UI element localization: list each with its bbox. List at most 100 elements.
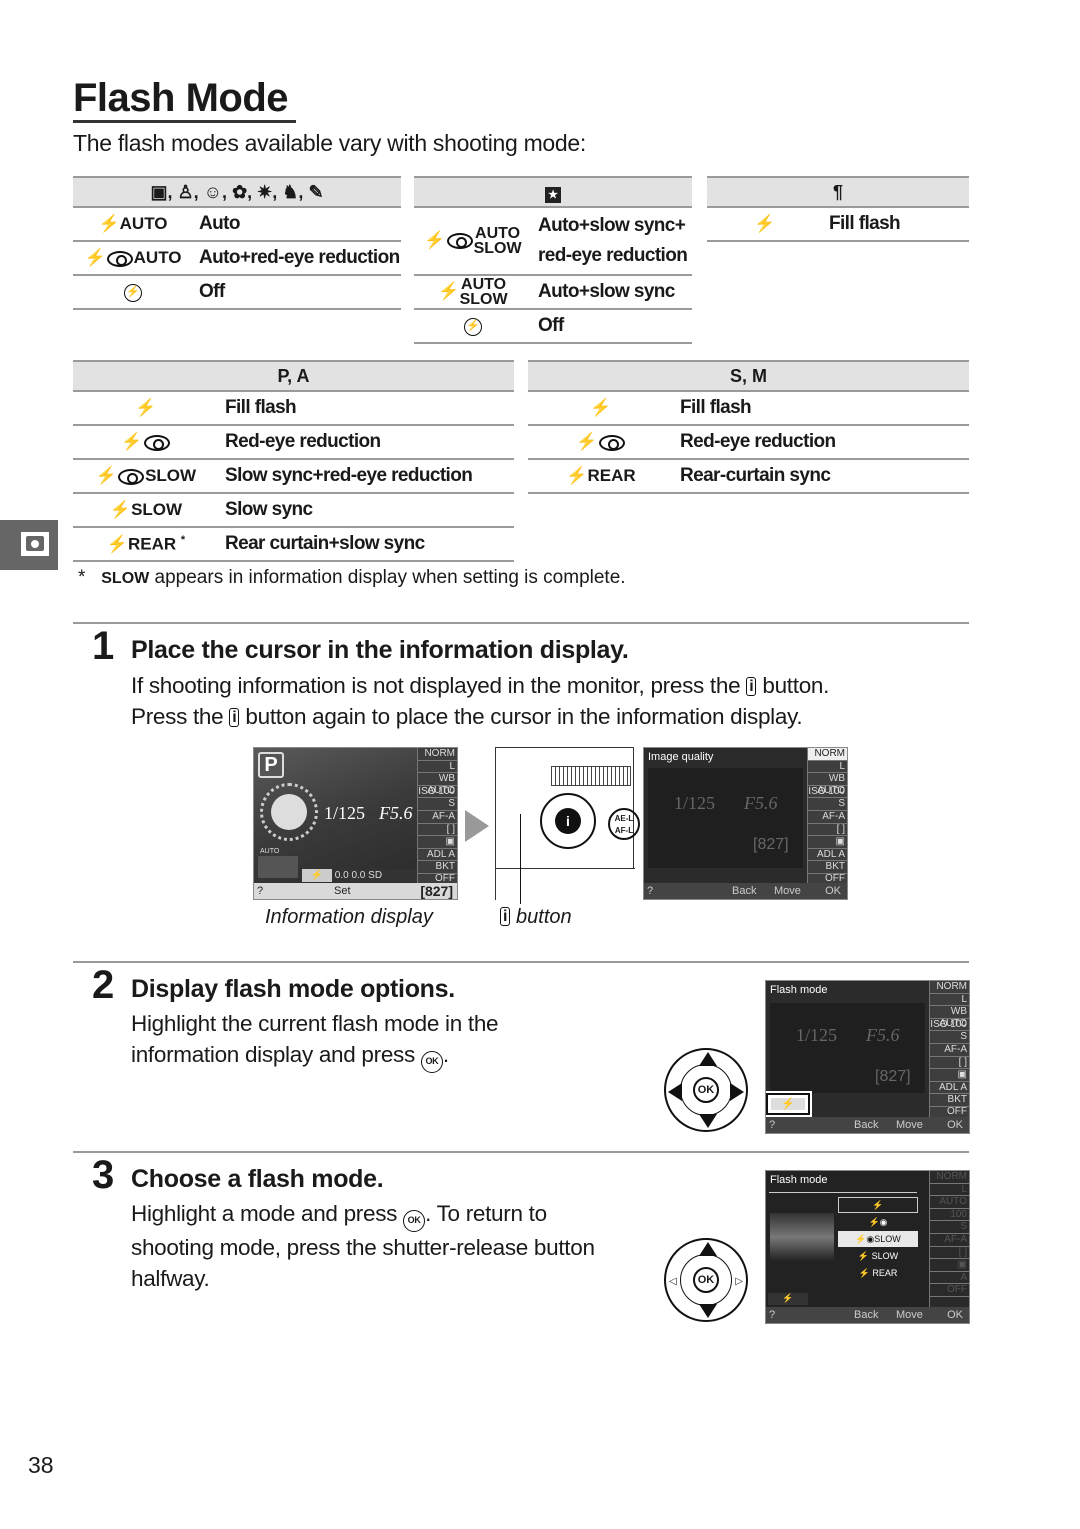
- image-quality-value[interactable]: NORM: [808, 748, 847, 761]
- p-a-header: P, A: [73, 360, 514, 392]
- flash-icon: ⚡: [424, 230, 446, 250]
- mode-label: Slow sync+red-eye reduction: [219, 459, 514, 494]
- shooting-section-tab[interactable]: [0, 520, 58, 570]
- p-a-flash-table: P, A ⚡ Fill flash ⚡ Red-eye reduction ⚡ S…: [73, 360, 514, 562]
- divider: [73, 622, 969, 624]
- flash-icon: ⚡: [98, 214, 120, 233]
- table-row: ⚡AUTO Auto: [73, 207, 401, 242]
- mode-label: Red-eye reduction: [219, 425, 514, 460]
- food-flash-table: ¶ ⚡ Fill flash: [707, 176, 969, 242]
- move-label: Move: [774, 885, 801, 897]
- multi-selector-dpad[interactable]: OK ◁ ▷: [664, 1238, 748, 1322]
- mode-symbol: ⚡ SLOW: [73, 459, 219, 494]
- flash-icon: ⚡: [576, 432, 598, 451]
- mode-label: Off: [193, 275, 401, 310]
- child-icon: ☺: [203, 181, 223, 202]
- rear-text: REAR: [127, 534, 177, 554]
- fill-flash-symbol: ⚡: [707, 207, 823, 242]
- mode-symbol: ⚡REAR: [528, 459, 674, 494]
- step-body: If shooting information is not displayed…: [131, 670, 971, 732]
- flash-option[interactable]: ⚡◉: [838, 1214, 918, 1230]
- mode-symbol: ⚡REAR *: [73, 527, 219, 562]
- dimmed-display: 1/125 F5.6 [827]: [648, 768, 803, 868]
- metering-value: ▣: [418, 836, 457, 849]
- settings-panel: NORM L WB AUTO ISO 100 S AF-A [ ] ▣ ADL …: [929, 981, 969, 1117]
- special-effects-icon: ✎: [308, 181, 324, 202]
- table-row: ⚡ Fill flash: [528, 391, 969, 426]
- footnote-mark: *: [180, 533, 186, 546]
- metering-value: ▣: [808, 836, 847, 849]
- info-display-screen: P 1/125 F5.6 AUTO NORM L WB AUTO ISO 100…: [253, 747, 458, 900]
- body-text: Highlight a mode and press: [131, 1201, 404, 1226]
- focus-mode-value: AF-A: [930, 1044, 969, 1057]
- body-text: shooting mode, press the shutter-release…: [131, 1235, 595, 1260]
- flash-off-symbol: ⚡: [73, 275, 193, 310]
- body-text: .: [442, 1042, 449, 1067]
- flash-option-highlighted[interactable]: ⚡◉SLOW: [838, 1231, 918, 1247]
- settings-panel-dimmed: NORM L AUTO 100 S AF-A[ ] ▣ A OFF: [929, 1171, 969, 1307]
- step-title: Choose a flash mode.: [131, 1165, 384, 1193]
- mode-symbol: ⚡: [528, 391, 674, 426]
- ok-button-icon: OK: [403, 1210, 426, 1232]
- right-arrow-icon: [730, 1083, 744, 1101]
- callout-line: [520, 814, 521, 904]
- set-label: Set: [334, 885, 351, 897]
- s-m-header: S, M: [528, 360, 969, 392]
- portrait-icon: ♙: [177, 181, 194, 202]
- move-label: Move: [896, 1119, 923, 1131]
- flash-option[interactable]: ⚡ SLOW: [838, 1248, 918, 1264]
- camera-icon: [21, 532, 49, 556]
- shots-remaining: [827]: [420, 883, 453, 899]
- flash-mode-highlight[interactable]: ⚡: [766, 1091, 812, 1117]
- slow-text: SLOW: [459, 291, 508, 308]
- help-icon: ?: [769, 1309, 776, 1321]
- up-arrow-icon: [699, 1052, 717, 1066]
- flash-mode-options-list: ⚡ ⚡◉ ⚡◉SLOW ⚡ SLOW ⚡ REAR: [838, 1197, 918, 1281]
- ok-button[interactable]: OK: [693, 1267, 719, 1293]
- red-eye-icon: [446, 233, 473, 249]
- shutter-speed: 1/125: [674, 793, 716, 813]
- footnote-mark: *: [78, 567, 86, 588]
- white-balance-value: WB AUTO: [930, 1006, 969, 1029]
- multi-selector-dpad[interactable]: OK: [664, 1048, 748, 1132]
- ok-label: OK: [825, 885, 841, 897]
- adl-value: ADL A: [418, 849, 457, 862]
- ok-button-icon: OK: [420, 1051, 443, 1073]
- flash-icon: ⚡: [84, 248, 106, 267]
- back-label: Back: [732, 885, 757, 897]
- step-title: Place the cursor in the information disp…: [131, 636, 629, 664]
- back-label: Back: [854, 1309, 879, 1321]
- bracketing-value: BKT OFF: [808, 861, 847, 884]
- ok-button[interactable]: OK: [693, 1077, 719, 1103]
- divider: [73, 961, 969, 963]
- bracketing-value: BKT OFF: [930, 1094, 969, 1117]
- flash-option[interactable]: ⚡: [838, 1197, 918, 1213]
- divider: [73, 1151, 969, 1153]
- auto-mode-icon: ▣: [150, 181, 168, 202]
- adl-value: ADL A: [930, 1082, 969, 1095]
- caption-text: button: [510, 906, 572, 928]
- image-quality-value: NORM: [930, 981, 969, 994]
- ok-label: OK: [947, 1309, 963, 1321]
- flash-redeye-auto-symbol: ⚡ AUTO: [73, 241, 193, 276]
- auto-scene-modes-header: ▣, ♙, ☺, ✿, ✷, ♞, ✎: [73, 176, 401, 208]
- shots-remaining: [827]: [875, 1068, 911, 1085]
- table-row: ⚡ AUTO Auto+red-eye reduction: [73, 241, 401, 276]
- body-text: button.: [756, 673, 830, 698]
- slow-text: SLOW: [131, 500, 183, 519]
- info-button-icon[interactable]: i: [555, 808, 581, 834]
- flash-icon: ⚡: [106, 534, 128, 554]
- move-label: Move: [896, 1309, 923, 1321]
- flash-icon: ⚡: [302, 869, 332, 882]
- body-text: information display and press: [131, 1042, 421, 1067]
- shutter-speed: 1/125: [324, 803, 366, 823]
- shutter-speed: 1/125: [796, 1025, 838, 1045]
- step-title: Display flash mode options.: [131, 975, 455, 1003]
- table-row: ⚡ Red-eye reduction: [73, 425, 514, 460]
- left-arrow-outline-icon: ◁: [669, 1276, 677, 1287]
- flash-option[interactable]: ⚡ REAR: [838, 1265, 918, 1281]
- down-arrow-icon: [699, 1114, 717, 1128]
- caption-info-display: Information display: [265, 906, 433, 928]
- af-area-value: [ ]: [808, 824, 847, 837]
- flash-redeye-auto-slow-symbol: ⚡ AUTO SLOW: [414, 207, 532, 276]
